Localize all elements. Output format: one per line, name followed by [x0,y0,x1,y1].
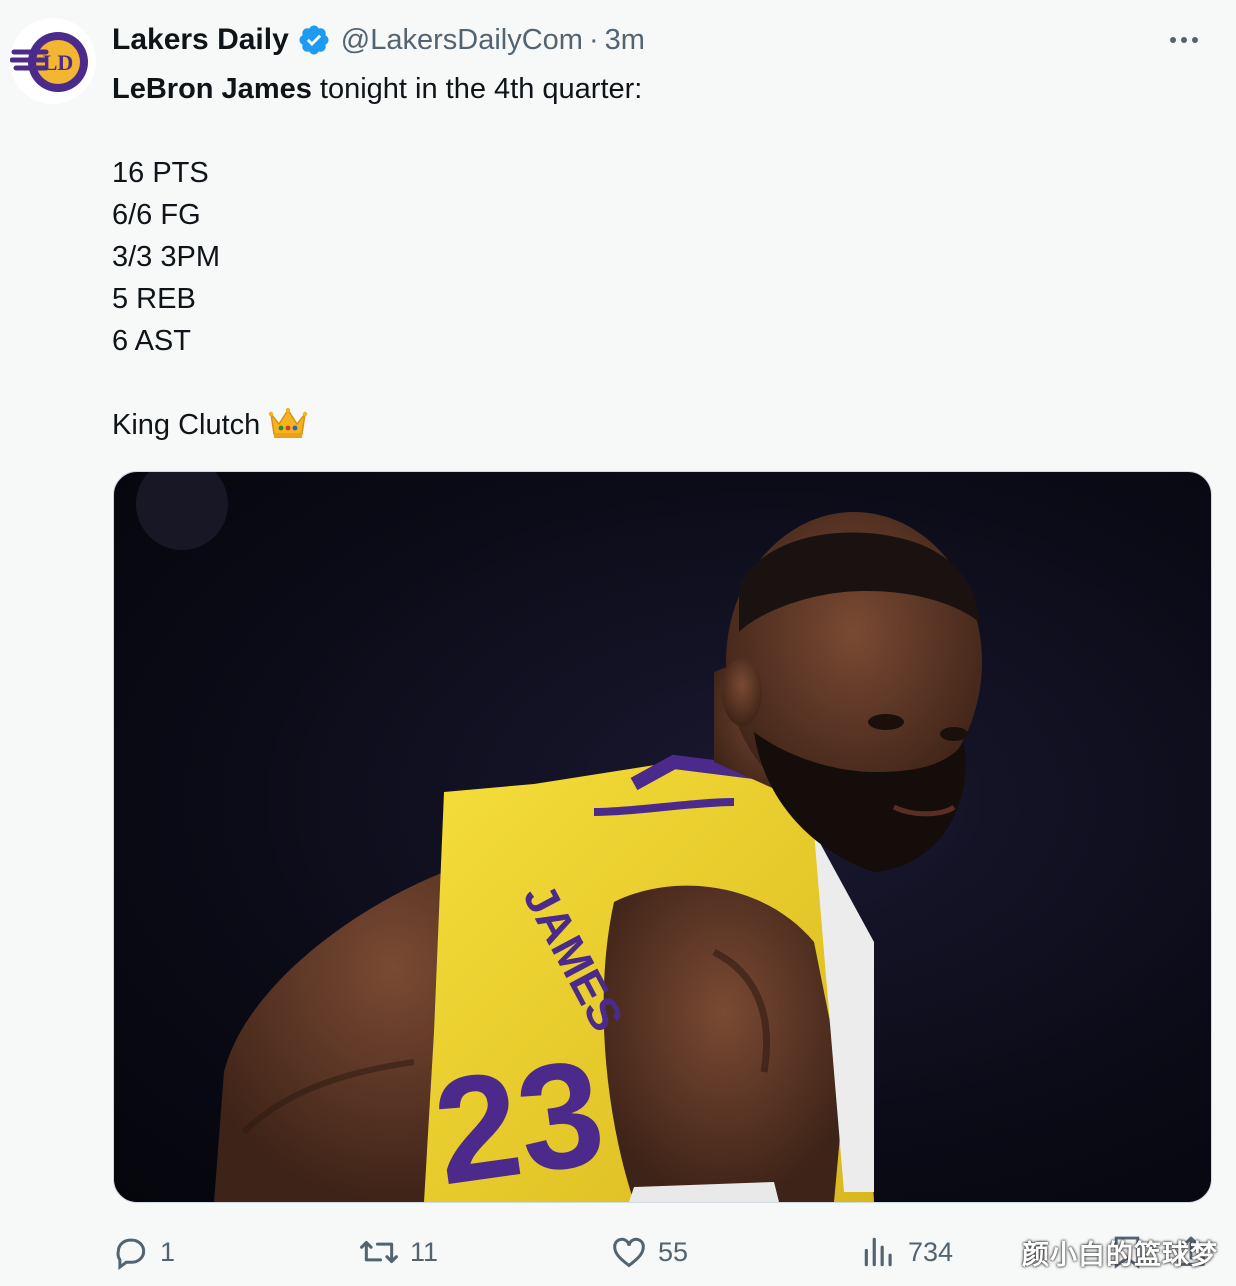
player-photo: JAMES 23 [136,472,982,1202]
verified-badge-icon [299,25,329,55]
svg-text:LD: LD [43,50,74,75]
closing-text: King Clutch [112,409,261,441]
tweet-timestamp[interactable]: 3m [605,24,645,57]
retweet-button[interactable]: 11 [358,1228,438,1276]
separator-dot: · [588,23,599,56]
like-count: 55 [658,1236,689,1267]
watermark: 颜小白的篮球梦 [1022,1240,1218,1270]
closing-line: King Clutch [112,404,1192,446]
views-button[interactable]: 734 [860,1228,953,1276]
tweet-intro-line: LeBron James tonight in the 4th quarter: [112,68,1192,110]
crown-emoji-icon [269,407,308,438]
jersey-number: 23 [425,1027,614,1202]
reply-count: 1 [160,1236,176,1267]
more-options-icon[interactable] [1162,22,1206,58]
tweet-text: LeBron James tonight in the 4th quarter:… [112,68,1192,446]
lakers-daily-logo: LD [10,18,96,104]
stat-line: 16 PTS [112,157,209,189]
stat-line: 6 AST [112,325,191,357]
mentioned-player: LeBron James [112,73,312,105]
account-avatar[interactable]: LD [10,18,96,104]
tweet-header: Lakers Daily @LakersDailyCom · 3m [112,18,645,62]
retweet-count: 11 [410,1236,439,1267]
tweet-card: LD Lakers Daily @LakersDailyCom · 3m LeB… [0,0,1236,1286]
stat-line: 3/3 3PM [112,241,220,273]
views-icon [864,1237,892,1267]
stat-line: 6/6 FG [112,199,201,231]
like-icon [613,1237,645,1268]
display-name[interactable]: Lakers Daily [112,23,289,57]
account-handle[interactable]: @LakersDailyCom [341,24,583,57]
intro-text: tonight in the 4th quarter: [311,73,643,105]
retweet-icon [360,1240,398,1264]
stat-line: 5 REB [112,283,196,315]
reply-button[interactable]: 1 [112,1228,175,1276]
view-count: 734 [908,1236,954,1267]
reply-icon [116,1238,146,1271]
like-button[interactable]: 55 [610,1228,688,1276]
tweet-photo[interactable]: JAMES 23 [113,471,1212,1203]
